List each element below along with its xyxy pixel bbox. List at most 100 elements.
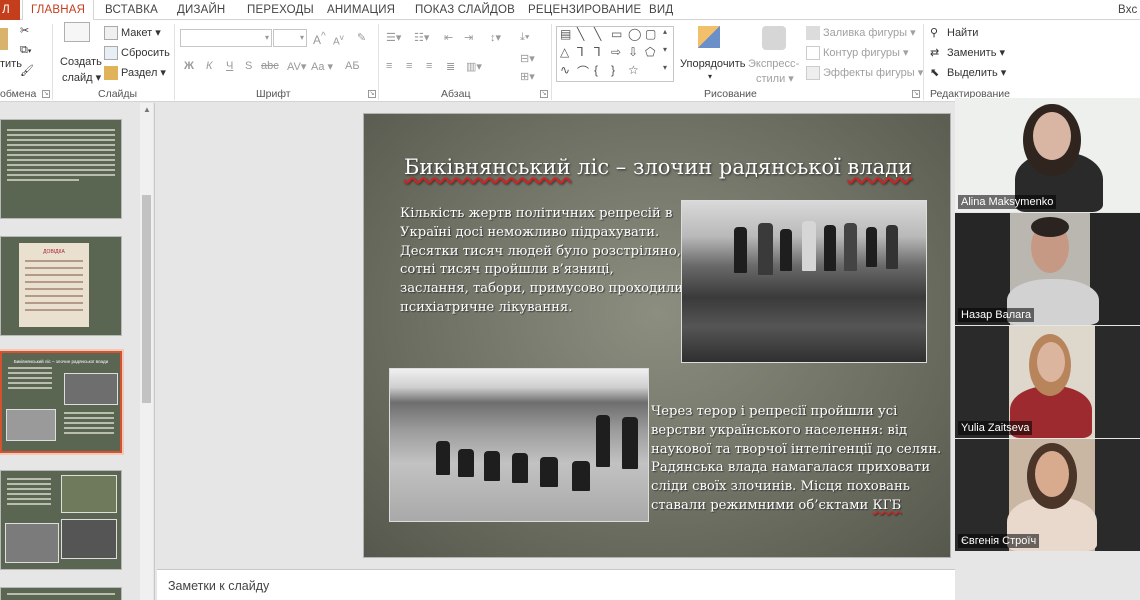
smartart-icon[interactable]: ⊞▾ [520, 70, 535, 83]
connector2-shape-icon[interactable]: ⅂ [594, 45, 601, 59]
layout-button[interactable]: Макет ▾ [104, 26, 161, 41]
arrow-down-shape-icon[interactable]: ⇩ [628, 45, 638, 59]
increase-indent-icon[interactable]: ⇥ [464, 31, 473, 44]
copy-icon[interactable]: ⧉▾ [20, 44, 31, 57]
text-direction-icon[interactable]: ⤓▾ [520, 31, 529, 44]
font-color-button[interactable]: АБ [345, 60, 360, 72]
pentagon-shape-icon[interactable]: ⬠ [645, 45, 655, 59]
font-launcher-icon[interactable]: ↘ [368, 90, 376, 98]
tab-transitions[interactable]: ПЕРЕХОДЫ [247, 0, 314, 20]
slide-thumbnail-5[interactable] [0, 587, 122, 600]
new-slide-label-2[interactable]: слайд ▾ [62, 71, 101, 84]
drawing-launcher-icon[interactable]: ↘ [912, 90, 920, 98]
video-tile-yulia[interactable]: Yulia Zaitseva [955, 326, 1140, 438]
arrange-button[interactable] [698, 26, 720, 51]
star-shape-icon[interactable]: ☆ [628, 63, 639, 77]
tab-insert[interactable]: ВСТАВКА [105, 0, 158, 20]
bullets-icon[interactable]: ☰▾ [386, 31, 401, 44]
clear-format-icon[interactable]: ✎ [357, 31, 366, 44]
arrange-label[interactable]: Упорядочить [680, 58, 745, 70]
rectangle-shape-icon[interactable]: ▭ [611, 27, 622, 41]
reset-button[interactable]: Сбросить [104, 46, 170, 60]
font-size-select[interactable]: ▾ [273, 29, 307, 47]
font-name-select[interactable]: ▾ [180, 29, 272, 47]
slide-paragraph-1[interactable]: Кількість жертв політичних репресій в Ук… [400, 205, 684, 318]
gallery-up-icon[interactable]: ▴ [663, 27, 667, 36]
quick-styles-button[interactable] [762, 26, 786, 53]
find-button[interactable]: ⚲ Найти [930, 26, 978, 40]
arrow-right-shape-icon[interactable]: ⇨ [611, 45, 621, 59]
new-slide-label[interactable]: Создать [60, 56, 102, 68]
tab-design[interactable]: ДИЗАЙН [177, 0, 225, 20]
tab-animation[interactable]: АНИМАЦИЯ [327, 0, 395, 20]
clipboard-launcher-icon[interactable]: ↘ [42, 90, 50, 98]
align-left-icon[interactable]: ≡ [386, 60, 392, 72]
connector-shape-icon[interactable]: ⅂ [577, 45, 584, 59]
historical-photo-1[interactable] [681, 200, 927, 363]
strikethrough-button[interactable]: abc [261, 60, 279, 72]
video-tile-alina[interactable]: Alina Maksymenko [955, 98, 1140, 212]
thumbnails-scrollbar[interactable]: ▲ [140, 103, 153, 600]
textbox-shape-icon[interactable]: ▤ [560, 27, 571, 41]
current-slide[interactable]: Биківнянський ліс – злочин радянської вл… [363, 113, 951, 558]
tab-view[interactable]: ВИД [649, 0, 673, 20]
grow-font-button[interactable]: A^ [313, 31, 326, 47]
tab-slideshow[interactable]: ПОКАЗ СЛАЙДОВ [415, 0, 515, 20]
shrink-font-button[interactable]: Av [333, 32, 344, 47]
quick-styles-label-2[interactable]: стили ▾ [756, 72, 794, 85]
quick-styles-label[interactable]: Экспресс- [748, 58, 799, 70]
shape-fill-button[interactable]: Заливка фигуры ▾ [806, 26, 916, 41]
align-center-icon[interactable]: ≡ [406, 60, 412, 72]
paste-label[interactable]: тить [0, 58, 22, 70]
shadow-button[interactable]: S [245, 60, 252, 72]
tab-review[interactable]: РЕЦЕНЗИРОВАНИЕ [528, 0, 641, 20]
underline-button[interactable]: Ч [226, 60, 233, 72]
line-spacing-icon[interactable]: ↕▾ [490, 31, 501, 44]
replace-button[interactable]: ⇄ Заменить ▾ [930, 46, 1005, 60]
align-right-icon[interactable]: ≡ [426, 60, 432, 72]
slide-thumbnail-1[interactable] [0, 119, 122, 219]
sign-in-link[interactable]: Вхс [1118, 0, 1138, 20]
shape-effects-button[interactable]: Эффекты фигуры ▾ [806, 66, 923, 81]
brace-shape-icon[interactable]: { [594, 63, 598, 77]
change-case-button[interactable]: Aa ▾ [311, 60, 333, 73]
shapes-gallery[interactable]: ▤ ╲ ╲ ▭ ◯ ▢ △ ⅂ ⅂ ⇨ ⇩ ⬠ ∿ ⌒ { } ☆ ▴ ▾ ▾ [556, 26, 674, 82]
triangle-shape-icon[interactable]: △ [560, 45, 569, 59]
format-painter-icon[interactable]: 🖌 [20, 64, 34, 77]
tab-file[interactable]: Л [0, 0, 20, 20]
paragraph-launcher-icon[interactable]: ↘ [540, 90, 548, 98]
slide-thumbnail-4[interactable] [0, 470, 122, 570]
justify-icon[interactable]: ≣ [446, 60, 455, 73]
columns-icon[interactable]: ▥▾ [466, 60, 482, 73]
decrease-indent-icon[interactable]: ⇤ [444, 31, 453, 44]
paste-button[interactable] [0, 28, 11, 50]
slide-title[interactable]: Биківнянський ліс – злочин радянської вл… [374, 155, 942, 179]
line2-shape-icon[interactable]: ╲ [594, 27, 601, 41]
notes-pane[interactable]: Заметки к слайду [157, 569, 955, 600]
char-spacing-icon[interactable]: AV▾ [287, 60, 306, 73]
bold-button[interactable]: Ж [184, 60, 194, 72]
arc-shape-icon[interactable]: ⌒ [577, 63, 589, 80]
slide-paragraph-2[interactable]: Через терор і репресії пройшли усі верст… [651, 403, 944, 516]
new-slide-button[interactable] [64, 22, 90, 45]
tab-home[interactable]: ГЛАВНАЯ [22, 0, 95, 20]
chevron-down-icon[interactable]: ▾ [708, 72, 712, 81]
scroll-up-icon[interactable]: ▲ [143, 105, 151, 114]
video-tile-nazar[interactable]: Назар Валага [955, 213, 1140, 325]
cut-icon[interactable]: ✂ [20, 24, 29, 37]
gallery-down-icon[interactable]: ▾ [663, 45, 667, 54]
rounded-rect-shape-icon[interactable]: ▢ [645, 27, 656, 41]
curve-shape-icon[interactable]: ∿ [560, 63, 570, 77]
shape-outline-button[interactable]: Контур фигуры ▾ [806, 46, 909, 61]
slide-thumbnail-2[interactable]: ДОВІДКА [0, 236, 122, 336]
slide-thumbnail-3[interactable]: Биківнянський ліс – злочин радянської вл… [0, 351, 122, 453]
gallery-more-icon[interactable]: ▾ [663, 63, 667, 72]
scrollbar-thumb[interactable] [142, 195, 151, 403]
brace2-shape-icon[interactable]: } [611, 63, 615, 77]
line-shape-icon[interactable]: ╲ [577, 27, 584, 41]
numbering-icon[interactable]: ☷▾ [414, 31, 429, 44]
align-text-icon[interactable]: ⊟▾ [520, 52, 535, 65]
oval-shape-icon[interactable]: ◯ [628, 27, 641, 41]
section-button[interactable]: Раздел ▾ [104, 66, 166, 81]
video-tile-yevheniia[interactable]: Євгенія Строїч [955, 439, 1140, 551]
